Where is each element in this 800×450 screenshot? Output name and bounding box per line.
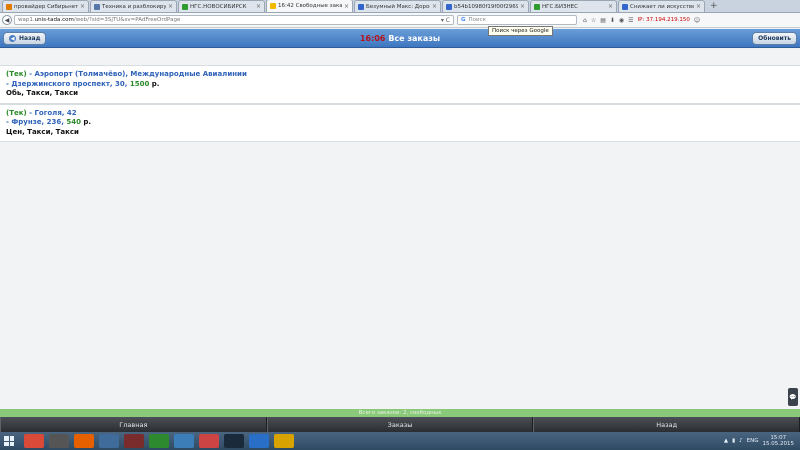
search-bar[interactable]: G Поиск <box>457 15 577 25</box>
torrent-icon[interactable] <box>149 434 169 448</box>
steam-icon[interactable] <box>224 434 244 448</box>
1c-icon[interactable] <box>274 434 294 448</box>
tab-close-icon[interactable]: × <box>608 3 613 10</box>
tab-label: Снижает ли искусственны... <box>630 3 694 10</box>
bottom-nav: Главная Заказы Назад <box>0 417 800 432</box>
reload-icon[interactable]: ▾ C <box>441 17 450 24</box>
chat-icon[interactable]: 💬 <box>788 388 798 406</box>
order-item[interactable]: (Тек) - Аэропорт (Толмачёво), Международ… <box>0 65 800 104</box>
tab-close-icon[interactable]: × <box>432 3 437 10</box>
tray-arrow-icon[interactable]: ▲ <box>724 438 728 444</box>
back-button-label: Назад <box>19 35 41 42</box>
android-icon[interactable]: ☺ <box>694 17 700 24</box>
address-bar[interactable]: wap1. unis-tada.com/web/?sid=3SjTU&sv=PAd… <box>14 15 454 25</box>
tab-close-icon[interactable]: × <box>344 3 349 10</box>
back-arrow-icon: ◀ <box>9 35 16 42</box>
tab-favicon-icon <box>182 3 188 10</box>
tab-label: b54b10980f19f00f2969d0ee... <box>454 3 518 10</box>
status-strip: Всего заказов: 2, свободных <box>0 409 800 417</box>
firefox-icon[interactable] <box>74 434 94 448</box>
tab-label: провайдер Сибирьнет Neat... <box>14 3 78 10</box>
language-indicator[interactable]: ENG <box>747 438 759 444</box>
refresh-button[interactable]: Обновить <box>752 32 797 45</box>
clock-date: 15.05.2015 <box>762 441 795 447</box>
windows-start-icon[interactable] <box>2 434 16 448</box>
browser-tab[interactable]: Техника и разблокирующ...× <box>90 0 177 12</box>
order-price: 540 <box>66 118 81 126</box>
browser-tab[interactable]: Снижает ли искусственны...× <box>618 0 705 12</box>
tab-close-icon[interactable]: × <box>256 3 261 10</box>
ip-address: IP: 37.194.219.150 <box>637 17 690 23</box>
player-icon[interactable] <box>199 434 219 448</box>
browser-tab[interactable]: НГС.БИЗНЕС × <box>530 0 617 12</box>
order-route-to: - Дзержинского проспект, 30, 1500 р. <box>6 79 160 88</box>
tab-label: НГС.НОВОСИБИРСК <box>190 3 247 10</box>
order-price: 1500 <box>129 79 150 88</box>
order-item[interactable]: (Тек) - Гоголя, 42 - Фрунзе, 236, 540 р.… <box>0 103 800 142</box>
back-nav-icon[interactable]: ◀ <box>2 15 12 25</box>
bookmarks-icon[interactable]: ▤ <box>600 17 606 24</box>
tab-favicon-icon <box>534 3 540 10</box>
tab-close-icon[interactable]: × <box>520 3 525 10</box>
browser-tab[interactable]: 16:42 Свободные заказы× <box>266 0 353 12</box>
nav-orders[interactable]: Заказы <box>266 417 534 432</box>
orders-list: (Тек) - Аэропорт (Толмачёво), Международ… <box>0 49 800 409</box>
new-tab-button[interactable]: + <box>710 1 718 11</box>
url-path: /web/?sid=3SjTU&sv=PAdFreeOrdPage <box>73 17 181 23</box>
home-icon[interactable]: ⌂ <box>583 17 587 24</box>
order-route-from: (Тек) - Аэропорт (Толмачёво), Международ… <box>6 70 247 78</box>
tab-label: 16:42 Свободные заказы <box>278 3 342 9</box>
tab-favicon-icon <box>446 3 452 10</box>
download-icon[interactable]: ⬇ <box>610 17 615 24</box>
tab-close-icon[interactable]: × <box>168 3 173 10</box>
header-time: 16:06 <box>359 33 386 43</box>
tab-close-icon[interactable]: × <box>80 3 85 10</box>
star-icon[interactable]: ☆ <box>591 17 596 24</box>
browser-tab[interactable]: b54b10980f19f00f2969d0ee...× <box>442 0 529 12</box>
browser-tab[interactable]: НГС.НОВОСИБИРСК × <box>178 0 265 12</box>
order-meta: Обь, Такси, Такси <box>6 89 79 97</box>
url-prefix: wap1. <box>18 17 35 23</box>
tab-favicon-icon <box>6 3 12 10</box>
search-placeholder: Поиск <box>468 17 486 23</box>
tab-favicon-icon <box>622 3 628 10</box>
menu-icon[interactable]: ☰ <box>628 17 633 24</box>
sheets-icon[interactable] <box>124 434 144 448</box>
nav-home[interactable]: Главная <box>0 417 267 432</box>
page-title: 16:06 Все заказы <box>360 34 440 43</box>
tab-favicon-icon <box>358 3 364 10</box>
tab-close-icon[interactable]: × <box>696 3 701 10</box>
tab-label: Безумный Макс: Дорога я... <box>366 3 430 10</box>
volume-icon[interactable]: ♪ <box>739 438 743 444</box>
back-button[interactable]: ◀ Назад <box>3 32 47 45</box>
search-tooltip: Поиск через Google <box>488 26 553 36</box>
nav-back[interactable]: Назад <box>533 417 800 432</box>
photos-icon[interactable] <box>174 434 194 448</box>
windows-taskbar: ▲ ▮ ♪ ENG 15:07 15.05.2015 <box>0 432 800 450</box>
files-icon[interactable] <box>99 434 119 448</box>
media-icon[interactable] <box>49 434 69 448</box>
app-header: ◀ Назад 16:06 Все заказы Обновить <box>0 29 800 48</box>
tab-favicon-icon <box>94 3 100 10</box>
addon-icon[interactable]: ◉ <box>619 17 624 24</box>
order-meta: Цен, Такси, Такси <box>6 127 79 136</box>
tab-favicon-icon <box>270 3 276 9</box>
toolbar-icons: ⌂ ☆ ▤ ⬇ ◉ ☰ IP: 37.194.219.150 ☺ <box>583 17 700 24</box>
tab-label: Техника и разблокирующ... <box>102 3 166 10</box>
browser-tab[interactable]: Безумный Макс: Дорога я...× <box>354 0 441 12</box>
order-route-to: - Фрунзе, 236, 540 р. <box>6 118 92 126</box>
google-icon: G <box>461 17 466 23</box>
browser-nav-bar: ◀ wap1. unis-tada.com/web/?sid=3SjTU&sv=P… <box>0 13 800 28</box>
browser-tab-strip: провайдер Сибирьнет Neat...×Техника и ра… <box>0 0 800 13</box>
network-icon[interactable]: ▮ <box>732 438 735 444</box>
clock[interactable]: 15:07 15.05.2015 <box>763 435 795 447</box>
chrome-icon[interactable] <box>24 434 44 448</box>
tab-label: НГС.БИЗНЕС <box>542 3 578 10</box>
order-route-from: (Тек) - Гоголя, 42 <box>6 108 77 117</box>
browser-tab[interactable]: провайдер Сибирьнет Neat...× <box>2 0 89 12</box>
teamviewer-icon[interactable] <box>249 434 269 448</box>
header-title: Все заказы <box>388 33 441 43</box>
system-tray: ▲ ▮ ♪ ENG 15:07 15.05.2015 <box>724 435 800 447</box>
url-host: unis-tada.com <box>34 17 74 23</box>
